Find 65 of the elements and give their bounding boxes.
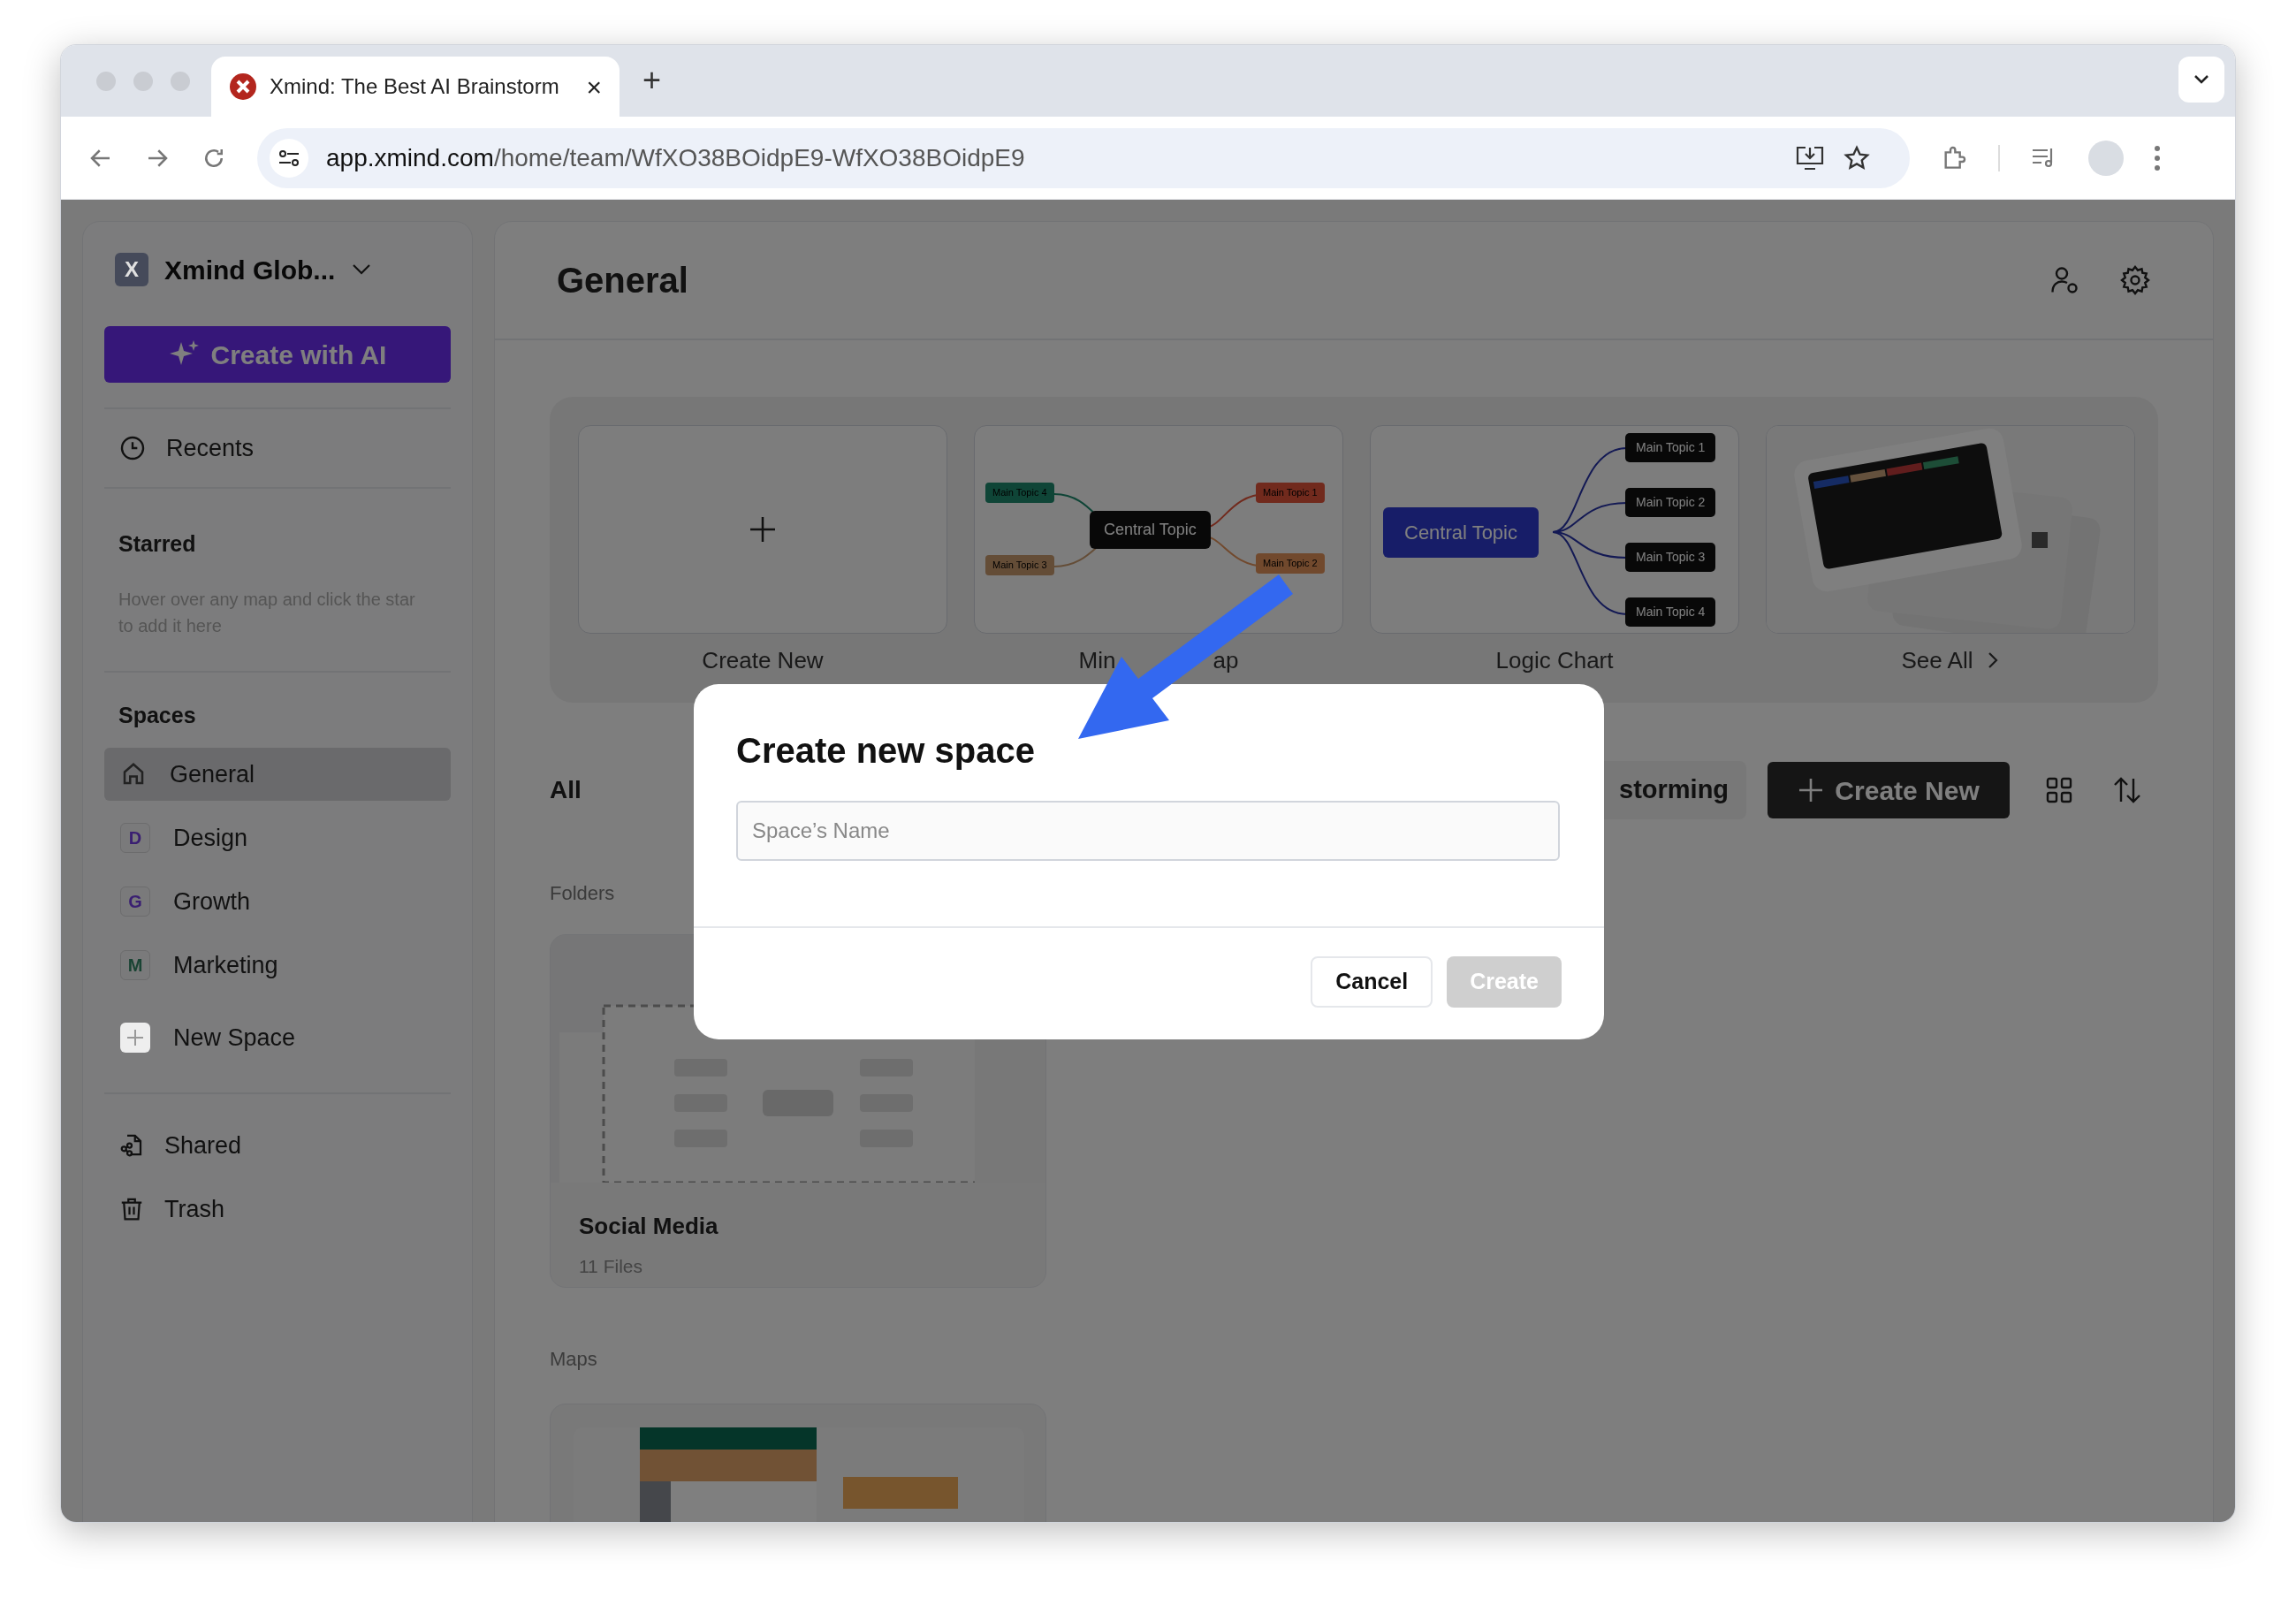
- central-topic: Central Topic: [1383, 507, 1539, 558]
- template-label: Create New: [702, 646, 824, 675]
- tab-close-button[interactable]: ×: [586, 66, 602, 107]
- topic-node: Main Topic 1: [1625, 433, 1716, 462]
- sidebar-item[interactable]: Recents: [104, 409, 451, 487]
- settings-icon[interactable]: [2119, 264, 2151, 296]
- cancel-button[interactable]: Cancel: [1311, 956, 1433, 1008]
- filter-chip[interactable]: storming: [1601, 761, 1747, 819]
- section-heading: Maps: [550, 1347, 598, 1372]
- clock-icon: [118, 434, 147, 462]
- section-heading: Folders: [550, 881, 616, 906]
- topic-node: Main Topic 4: [1625, 597, 1716, 627]
- space-item[interactable]: M Marketing: [104, 939, 451, 992]
- plus-icon: [120, 1023, 150, 1053]
- site-logo-icon: [229, 72, 257, 101]
- topic-node: Main Topic 2: [1625, 488, 1716, 517]
- space-name-field[interactable]: Space’s Name: [736, 801, 1560, 861]
- url-text: app.xmind.com/home/team/WfXO38BOidpE9-WfXO38BOidpE9: [326, 142, 1026, 173]
- space-item[interactable]: G Growth: [104, 875, 451, 928]
- create-with-ai-button[interactable]: Create with AI: [104, 326, 451, 383]
- template-label: Logic Chart: [1495, 646, 1614, 675]
- topic-node: Main Topic 2: [1256, 553, 1325, 574]
- space-item[interactable]: D Design: [104, 811, 451, 864]
- new-tab-button[interactable]: +: [642, 57, 662, 104]
- topic-node: Main Topic 3: [985, 555, 1054, 575]
- space-item[interactable]: New Space: [104, 1011, 451, 1064]
- topic-node: Main Topic 1: [1256, 483, 1325, 503]
- template-card[interactable]: Central Topic Main Topic 4 Main Topic 1 Main Topic 3 Main Topic 2: [974, 425, 1343, 634]
- workspace-badge: X: [115, 253, 148, 286]
- tune-icon: [277, 148, 300, 168]
- plus-icon: [749, 516, 776, 543]
- browser-tab[interactable]: Xmind: The Best AI Brainstorm ×: [211, 57, 620, 117]
- space-badge: M: [120, 950, 150, 980]
- template-card[interactable]: Central Topic Main Topic 1 Main Topic 2 Main Topic 3 Main Topic 4: [1370, 425, 1739, 634]
- sort-icon[interactable]: [2112, 775, 2143, 805]
- central-topic: Central Topic: [1090, 511, 1211, 549]
- chevron-down-icon[interactable]: [351, 263, 373, 277]
- url-field[interactable]: app.xmind.com/home/team/WfXO38BOidpE9-WfXO38BOidpE9: [257, 127, 1910, 188]
- dialog-title: Create new space: [736, 730, 1036, 772]
- space-badge: D: [120, 823, 150, 853]
- chevron-down-icon: [2193, 73, 2210, 86]
- section-heading: Spaces: [118, 701, 197, 729]
- tab-title: Xmind: The Best AI Brainstorm: [270, 73, 560, 100]
- see-all-link[interactable]: See All: [1901, 643, 1973, 678]
- template-label: Min: [1078, 646, 1116, 675]
- plus-icon: [1798, 777, 1825, 803]
- create-new-button[interactable]: Create New: [1768, 762, 2011, 818]
- site-info-button[interactable]: [270, 138, 308, 178]
- topic-node: Main Topic 3: [1625, 543, 1716, 572]
- workspace-name[interactable]: Xmind Glob...: [164, 249, 336, 290]
- sidebar-item[interactable]: Trash: [104, 1177, 451, 1241]
- space-badge: G: [120, 887, 150, 917]
- space-item[interactable]: General: [104, 748, 451, 801]
- topic-node: Main Topic 4: [985, 483, 1054, 503]
- template-label: ap: [1213, 646, 1239, 675]
- sidebar-item[interactable]: Shared: [104, 1114, 451, 1177]
- star-icon[interactable]: [1843, 143, 1871, 172]
- more-icon[interactable]: [2154, 144, 2161, 171]
- grid-view-icon[interactable]: [2045, 776, 2074, 804]
- page-title: General: [557, 260, 689, 301]
- chevron-right-icon: [1987, 651, 2000, 670]
- section-heading: Starred: [118, 530, 197, 558]
- folder-name: Social Media: [578, 1212, 719, 1241]
- member-settings-icon[interactable]: [2049, 264, 2080, 296]
- install-app-icon[interactable]: [1795, 144, 1825, 171]
